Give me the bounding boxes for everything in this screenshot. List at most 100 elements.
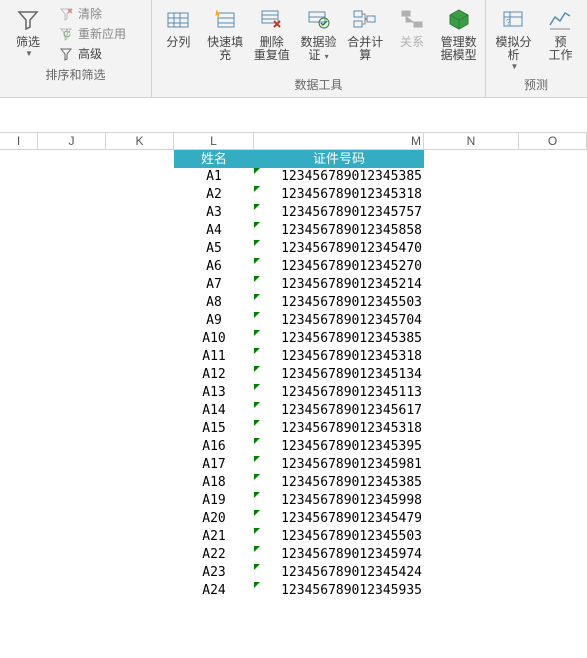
cell[interactable] [106, 366, 174, 384]
cell[interactable] [424, 150, 519, 168]
cell[interactable] [38, 510, 106, 528]
cell[interactable] [106, 258, 174, 276]
cell[interactable] [424, 348, 519, 366]
cell[interactable]: 123456789012345998 [254, 492, 424, 510]
cell[interactable] [519, 384, 587, 402]
cell[interactable] [106, 564, 174, 582]
cell[interactable]: 123456789012345134 [254, 366, 424, 384]
cell[interactable] [519, 204, 587, 222]
cell[interactable]: 123456789012345757 [254, 204, 424, 222]
cell[interactable] [519, 582, 587, 600]
cell[interactable] [519, 456, 587, 474]
cell[interactable] [106, 438, 174, 456]
cell[interactable]: 123456789012345974 [254, 546, 424, 564]
cell[interactable] [0, 294, 38, 312]
cell[interactable] [0, 330, 38, 348]
cell[interactable]: A16 [174, 438, 254, 456]
cell[interactable]: A20 [174, 510, 254, 528]
cell[interactable]: 123456789012345617 [254, 402, 424, 420]
cell[interactable] [106, 330, 174, 348]
column-header-K[interactable]: K [106, 133, 174, 149]
cell[interactable] [519, 438, 587, 456]
cell[interactable]: A10 [174, 330, 254, 348]
cell[interactable] [519, 330, 587, 348]
cell[interactable] [519, 348, 587, 366]
cell[interactable]: 123456789012345385 [254, 168, 424, 186]
cell[interactable] [0, 492, 38, 510]
cell[interactable]: 123456789012345704 [254, 312, 424, 330]
cell[interactable] [106, 168, 174, 186]
cell[interactable] [424, 312, 519, 330]
cell[interactable] [0, 240, 38, 258]
consolidate-button[interactable]: 合并计算 ▼ [345, 4, 386, 73]
cell[interactable] [106, 582, 174, 600]
cell[interactable] [519, 564, 587, 582]
cell[interactable] [0, 456, 38, 474]
cell[interactable] [38, 348, 106, 366]
cell[interactable] [0, 366, 38, 384]
cell[interactable] [0, 384, 38, 402]
cell[interactable] [106, 186, 174, 204]
cell[interactable] [424, 384, 519, 402]
cell[interactable] [519, 150, 587, 168]
cell[interactable]: 123456789012345858 [254, 222, 424, 240]
cell[interactable]: A14 [174, 402, 254, 420]
cell[interactable] [38, 276, 106, 294]
header-cell-M[interactable]: 证件号码 [254, 150, 424, 168]
cell[interactable]: A11 [174, 348, 254, 366]
cell[interactable]: A23 [174, 564, 254, 582]
cell[interactable] [0, 528, 38, 546]
cell[interactable] [424, 366, 519, 384]
cell[interactable] [519, 276, 587, 294]
cell[interactable] [38, 258, 106, 276]
cell[interactable]: 123456789012345385 [254, 330, 424, 348]
cell[interactable] [0, 186, 38, 204]
cell[interactable] [106, 384, 174, 402]
cell[interactable]: A21 [174, 528, 254, 546]
cell[interactable] [519, 294, 587, 312]
cell[interactable] [106, 474, 174, 492]
cell[interactable]: A3 [174, 204, 254, 222]
column-header-M[interactable]: M [254, 133, 424, 149]
cell[interactable] [106, 402, 174, 420]
cell[interactable] [519, 222, 587, 240]
cell[interactable] [0, 510, 38, 528]
cell[interactable]: 123456789012345214 [254, 276, 424, 294]
clear-button[interactable]: 清除 [56, 4, 128, 23]
cell[interactable]: 123456789012345479 [254, 510, 424, 528]
cell[interactable] [38, 582, 106, 600]
column-header-O[interactable]: O [519, 133, 587, 149]
cell[interactable] [38, 438, 106, 456]
cell[interactable] [38, 330, 106, 348]
cell[interactable] [424, 276, 519, 294]
cell[interactable] [424, 294, 519, 312]
cell[interactable] [38, 366, 106, 384]
cell[interactable] [424, 582, 519, 600]
cell[interactable] [0, 168, 38, 186]
header-cell-L[interactable]: 姓名 [174, 150, 254, 168]
cell[interactable]: A9 [174, 312, 254, 330]
cell[interactable] [424, 456, 519, 474]
cell[interactable] [0, 546, 38, 564]
forecast-sheet-button[interactable]: 预工作 [541, 4, 580, 64]
cell[interactable] [106, 294, 174, 312]
cell[interactable] [38, 222, 106, 240]
cell[interactable] [0, 222, 38, 240]
cell[interactable] [424, 402, 519, 420]
cell[interactable] [519, 510, 587, 528]
cell[interactable]: 123456789012345470 [254, 240, 424, 258]
cell[interactable] [0, 438, 38, 456]
cell[interactable] [519, 258, 587, 276]
cell[interactable] [519, 366, 587, 384]
cell[interactable] [38, 168, 106, 186]
column-header-L[interactable]: L [174, 133, 254, 149]
column-header-I[interactable]: I [0, 133, 38, 149]
cell[interactable]: 123456789012345503 [254, 528, 424, 546]
cell[interactable]: 123456789012345318 [254, 420, 424, 438]
cell[interactable] [519, 402, 587, 420]
cell[interactable] [0, 204, 38, 222]
cell[interactable]: 123456789012345424 [254, 564, 424, 582]
reapply-button[interactable]: 重新应用 [56, 24, 128, 43]
text-to-columns-button[interactable]: 分列 ▼ [158, 4, 199, 60]
cell[interactable] [519, 528, 587, 546]
